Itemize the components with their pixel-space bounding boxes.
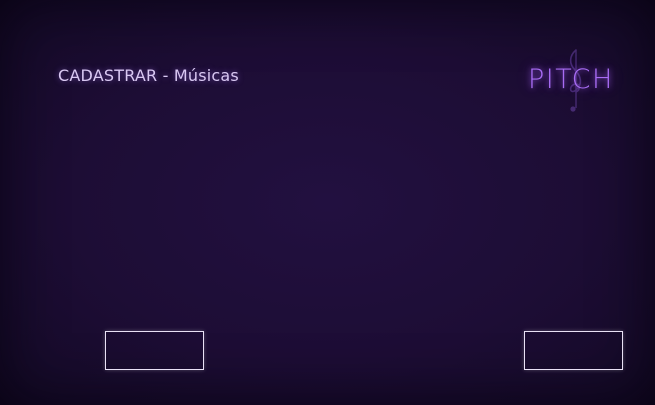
app-logo: PITCH bbox=[526, 48, 626, 114]
logo-text: PITCH bbox=[528, 64, 614, 95]
right-action-button[interactable] bbox=[524, 331, 623, 370]
page-title: CADASTRAR - Músicas bbox=[58, 66, 239, 85]
left-action-button[interactable] bbox=[105, 331, 204, 370]
